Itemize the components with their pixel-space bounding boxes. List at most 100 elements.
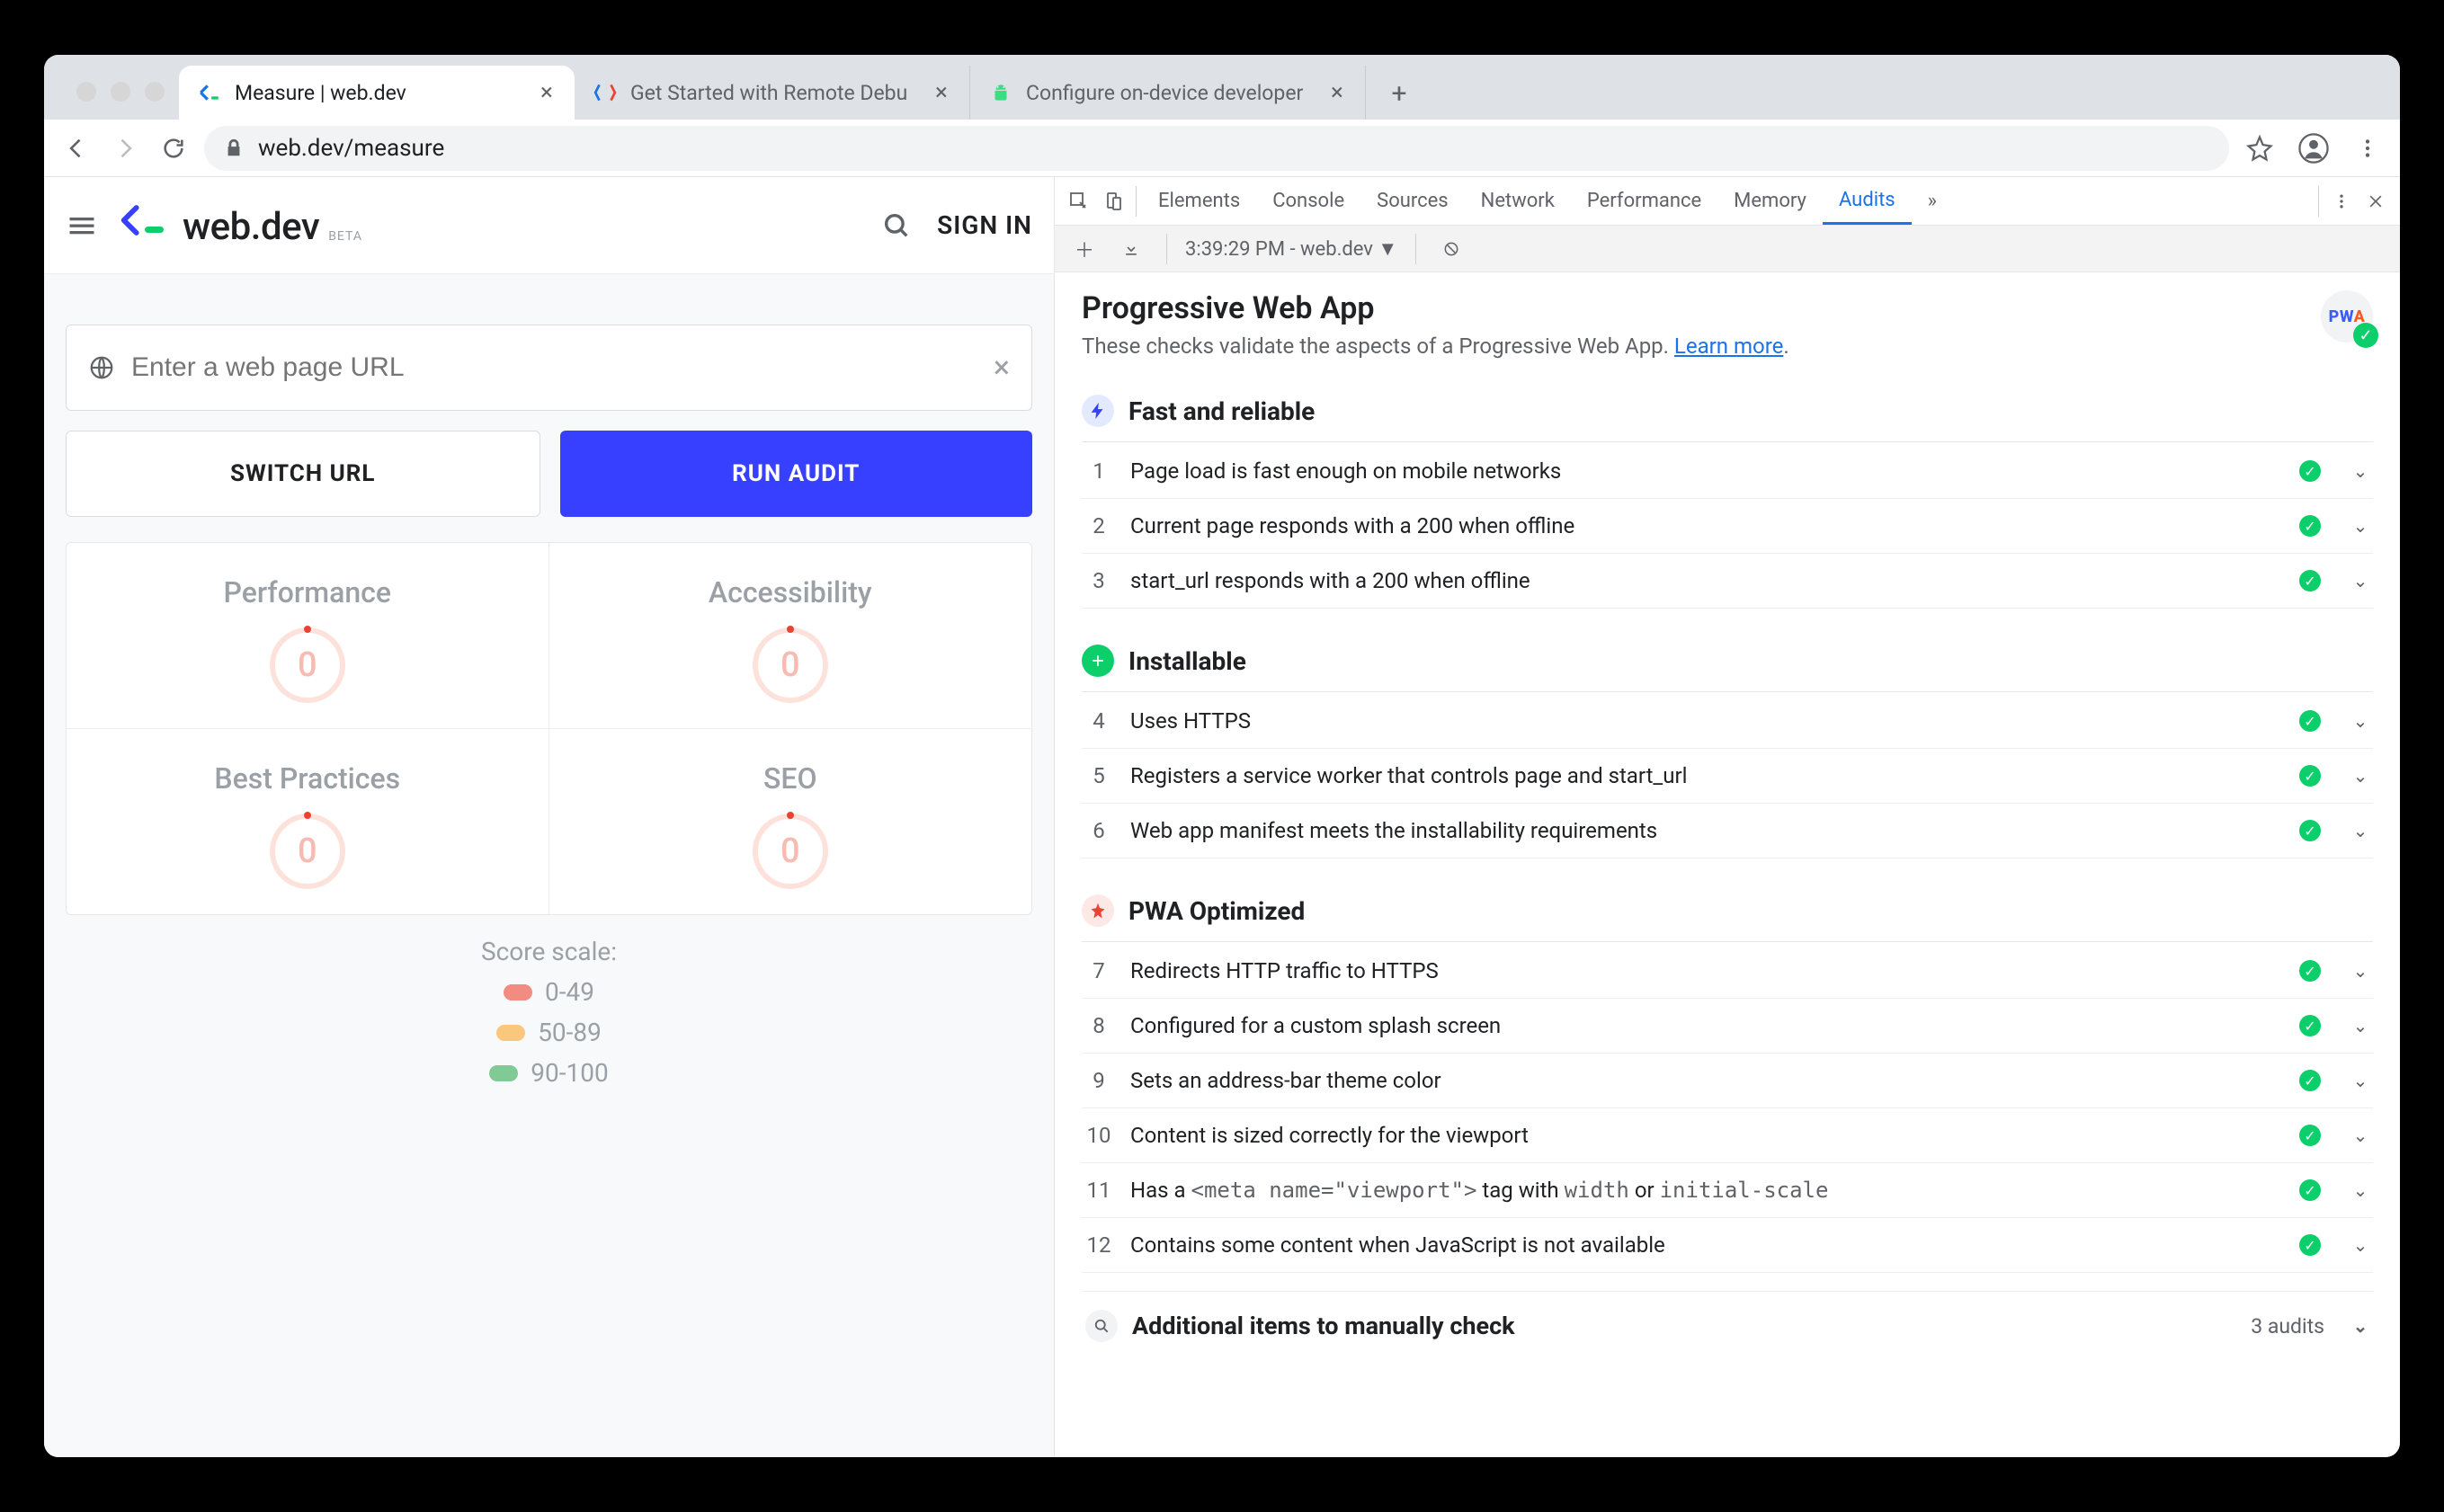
kebab-menu-icon[interactable] — [2350, 130, 2386, 166]
audit-text: Page load is fast enough on mobile netwo… — [1130, 458, 2281, 484]
download-icon[interactable] — [1114, 232, 1148, 266]
clear-icon[interactable]: × — [994, 350, 1010, 386]
sign-in-button[interactable]: SIGN IN — [937, 210, 1032, 240]
close-tab-icon[interactable]: × — [537, 83, 557, 102]
globe-icon — [88, 354, 115, 381]
device-icon[interactable] — [1096, 184, 1130, 218]
run-audit-button[interactable]: RUN AUDIT — [560, 431, 1033, 517]
chevron-down-icon: ⌄ — [2351, 515, 2369, 537]
logo-beta: BETA — [328, 229, 362, 244]
button-row: SWITCH URL RUN AUDIT — [66, 431, 1032, 517]
audit-row[interactable]: 2Current page responds with a 200 when o… — [1082, 499, 2373, 554]
devtools-tab-network[interactable]: Network — [1465, 177, 1571, 225]
pwa-badge: PWA ✓ — [2321, 290, 2373, 342]
audit-text: start_url responds with a 200 when offli… — [1130, 568, 2281, 593]
switch-url-button[interactable]: SWITCH URL — [66, 431, 540, 517]
webdev-logo[interactable]: web.dev BETA — [120, 201, 362, 249]
scale-pill-red — [504, 984, 532, 1001]
reload-button[interactable] — [156, 130, 192, 166]
audit-row[interactable]: 1Page load is fast enough on mobile netw… — [1082, 444, 2373, 499]
close-tab-icon[interactable]: × — [932, 83, 951, 102]
address-bar: web.dev/measure — [44, 120, 2400, 177]
inspect-icon[interactable] — [1062, 184, 1096, 218]
overflow-icon[interactable]: » — [1912, 177, 1953, 225]
chevron-down-icon: ⌄ — [2351, 460, 2369, 482]
back-button[interactable] — [58, 130, 94, 166]
new-audit-icon[interactable]: ＋ — [1067, 232, 1102, 266]
tab-1[interactable]: Get Started with Remote Debu × — [575, 66, 970, 120]
minimize-window[interactable] — [111, 82, 130, 102]
score-label: Best Practices — [214, 761, 400, 796]
learn-more-link[interactable]: Learn more — [1674, 334, 1783, 359]
clear-icon[interactable] — [1434, 232, 1468, 266]
browser-window: Measure | web.dev × Get Started with Rem… — [44, 55, 2400, 1457]
star-icon[interactable] — [2242, 130, 2278, 166]
profile-icon[interactable] — [2296, 130, 2332, 166]
audit-number: 5 — [1085, 763, 1112, 788]
scale-range: 90-100 — [531, 1058, 608, 1088]
audit-row[interactable]: 6Web app manifest meets the installabili… — [1082, 804, 2373, 858]
devtools-tab-sources[interactable]: Sources — [1360, 177, 1465, 225]
tab-0[interactable]: Measure | web.dev × — [179, 66, 575, 120]
run-info-text: 3:39:29 PM - web.dev — [1185, 238, 1373, 261]
url-input[interactable] — [131, 352, 994, 383]
audit-text: Content is sized correctly for the viewp… — [1130, 1123, 2281, 1148]
audit-text: Redirects HTTP traffic to HTTPS — [1130, 958, 2281, 983]
devtools-panel: ElementsConsoleSourcesNetworkPerformance… — [1055, 177, 2400, 1457]
section-pwa-optimized: PWA Optimized7Redirects HTTP traffic to … — [1082, 887, 2373, 1273]
devtools-tab-console[interactable]: Console — [1256, 177, 1360, 225]
audit-number: 8 — [1085, 1013, 1112, 1038]
score-performance: Performance 0 — [67, 543, 549, 729]
check-icon: ✓ — [2299, 570, 2321, 591]
check-icon: ✓ — [2299, 1070, 2321, 1091]
audit-text: Contains some content when JavaScript is… — [1130, 1232, 2281, 1258]
pwa-header: Progressive Web App These checks validat… — [1082, 290, 2373, 359]
check-icon: ✓ — [2353, 323, 2378, 348]
chevron-down-icon: ⌄ — [2351, 1179, 2369, 1201]
tab-title: Measure | web.dev — [235, 81, 524, 105]
section-fast-and-reliable: Fast and reliable1Page load is fast enou… — [1082, 387, 2373, 609]
pwa-subtitle-text: These checks validate the aspects of a P… — [1082, 334, 1674, 359]
hamburger-icon[interactable] — [66, 209, 98, 242]
omnibox[interactable]: web.dev/measure — [204, 126, 2229, 171]
audit-row[interactable]: 10Content is sized correctly for the vie… — [1082, 1108, 2373, 1163]
audit-row[interactable]: 11Has a <meta name="viewport"> tag with … — [1082, 1163, 2373, 1218]
score-value: 0 — [780, 832, 800, 871]
devtools-tab-elements[interactable]: Elements — [1142, 177, 1256, 225]
tab-2[interactable]: Configure on-device developer × — [970, 66, 1366, 120]
audit-row[interactable]: 4Uses HTTPS✓⌄ — [1082, 694, 2373, 749]
run-info[interactable]: 3:39:29 PM - web.dev ▼ — [1185, 237, 1397, 261]
close-window[interactable] — [76, 82, 96, 102]
audit-row[interactable]: 9Sets an address-bar theme color✓⌄ — [1082, 1054, 2373, 1108]
audit-row[interactable]: 5Registers a service worker that control… — [1082, 749, 2373, 804]
score-best-practices: Best Practices 0 — [67, 729, 549, 914]
score-gauge: 0 — [270, 627, 345, 703]
check-icon: ✓ — [2299, 460, 2321, 482]
chevron-down-icon: ⌄ — [2351, 570, 2369, 591]
manual-check-row[interactable]: Additional items to manually check 3 aud… — [1082, 1291, 2373, 1360]
close-tab-icon[interactable]: × — [1327, 83, 1347, 102]
new-tab-button[interactable]: + — [1377, 71, 1422, 116]
audit-row[interactable]: 12Contains some content when JavaScript … — [1082, 1218, 2373, 1273]
content-split: web.dev BETA SIGN IN × — [44, 177, 2400, 1457]
devtools-tab-memory[interactable]: Memory — [1717, 177, 1823, 225]
audit-text: Has a <meta name="viewport"> tag with wi… — [1130, 1178, 2281, 1203]
maximize-window[interactable] — [145, 82, 165, 102]
search-icon[interactable] — [881, 210, 912, 241]
section-header: Fast and reliable — [1082, 387, 2373, 442]
forward-button[interactable] — [107, 130, 143, 166]
close-devtools-icon[interactable] — [2359, 184, 2393, 218]
scale-pill-orange — [496, 1025, 525, 1041]
audit-number: 7 — [1085, 958, 1112, 983]
audit-number: 4 — [1085, 708, 1112, 734]
lock-icon — [224, 138, 244, 158]
audit-row[interactable]: 3start_url responds with a 200 when offl… — [1082, 554, 2373, 609]
kebab-icon[interactable] — [2324, 184, 2359, 218]
devtools-tab-performance[interactable]: Performance — [1571, 177, 1717, 225]
chevron-down-icon: ⌄ — [2351, 1234, 2369, 1256]
page-body: × SWITCH URL RUN AUDIT Performance 0 Acc… — [44, 274, 1054, 1457]
header-actions: SIGN IN — [881, 210, 1032, 241]
devtools-tab-audits[interactable]: Audits — [1823, 177, 1912, 225]
audit-row[interactable]: 8Configured for a custom splash screen✓⌄ — [1082, 999, 2373, 1054]
audit-row[interactable]: 7Redirects HTTP traffic to HTTPS✓⌄ — [1082, 944, 2373, 999]
